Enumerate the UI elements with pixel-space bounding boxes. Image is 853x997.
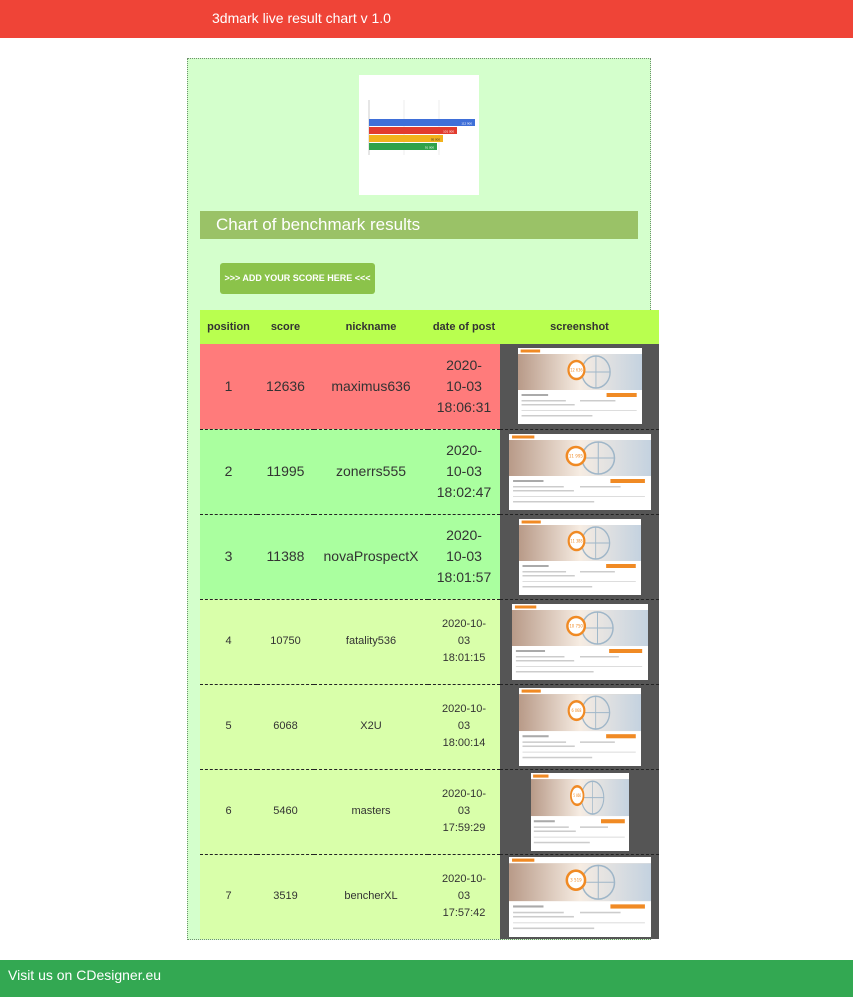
table-row: 4 10750 fatality536 2020-10- 03 18:01:15 10 …	[200, 599, 659, 685]
screenshot-score-badge: 3 519	[570, 877, 582, 882]
position-cell: 3	[200, 514, 257, 600]
thumb-bar-1	[369, 119, 475, 126]
section-banner: Chart of benchmark results	[200, 211, 638, 239]
screenshot-score-badge: 11 995	[568, 453, 583, 458]
score-cell: 12636	[257, 344, 314, 430]
thumb-bar-label-2: 101 000	[443, 130, 454, 134]
table-row: 6 5460 masters 2020-10- 03 17:59:29 5 460	[200, 769, 659, 855]
screenshot-image[interactable]: 12 636	[517, 348, 642, 425]
date-cell: 2020- 10-03 18:02:47	[428, 429, 500, 515]
date-cell: 2020-10- 03 18:01:15	[428, 599, 500, 685]
screenshot-cell: 11 995	[500, 429, 659, 515]
screenshot-cell: 10 750	[500, 599, 659, 685]
thumb-bar-label-3: 95 000	[431, 138, 441, 142]
score-cell: 11995	[257, 429, 314, 515]
screenshot-score-badge: 6 068	[571, 707, 581, 712]
nickname-cell: maximus636	[314, 344, 428, 430]
screenshot-score-badge: 11 388	[570, 539, 583, 543]
nickname-cell: X2U	[314, 684, 428, 770]
score-cell: 11388	[257, 514, 314, 600]
nickname-cell: zonerrs555	[314, 429, 428, 515]
section-title: Chart of benchmark results	[216, 215, 421, 234]
screenshot-image[interactable]: 11 995	[508, 433, 651, 510]
screenshot-cell: 11 388	[500, 514, 659, 600]
table-header-row: position score nickname date of post scr…	[200, 310, 659, 344]
screenshot-image[interactable]: 10 750	[511, 603, 648, 680]
nickname-cell: novaProspectX	[314, 514, 428, 600]
screenshot-score-badge: 12 636	[570, 369, 583, 373]
position-cell: 6	[200, 769, 257, 855]
table-row: 2 11995 zonerrs555 2020- 10-03 18:02:47 11 9…	[200, 429, 659, 515]
nickname-cell: fatality536	[314, 599, 428, 685]
screenshot-cell: 12 636	[500, 344, 659, 430]
top-bar: 3dmark live result chart v 1.0	[0, 0, 853, 38]
screenshot-score-badge: 5 460	[573, 793, 581, 798]
table-row: 7 3519 bencherXL 2020-10- 03 17:57:42 3 519	[200, 854, 659, 939]
nickname-cell: bencherXL	[314, 854, 428, 939]
score-cell: 10750	[257, 599, 314, 685]
nickname-cell: masters	[314, 769, 428, 855]
footer-link[interactable]: Visit us on CDesigner.eu	[8, 967, 161, 983]
add-score-button[interactable]: >>> ADD YOUR SCORE HERE <<<	[220, 263, 375, 294]
column-header-position: position	[200, 310, 257, 344]
column-header-screenshot: screenshot	[500, 310, 659, 344]
results-table: position score nickname date of post scr…	[200, 310, 659, 939]
date-cell: 2020- 10-03 18:01:57	[428, 514, 500, 600]
score-cell: 5460	[257, 769, 314, 855]
score-cell: 3519	[257, 854, 314, 939]
position-cell: 5	[200, 684, 257, 770]
position-cell: 4	[200, 599, 257, 685]
screenshot-cell: 6 068	[500, 684, 659, 770]
screenshot-image[interactable]: 6 068	[518, 687, 641, 766]
screenshot-image[interactable]: 5 460	[530, 772, 629, 851]
score-cell: 6068	[257, 684, 314, 770]
table-row: 5 6068 X2U 2020-10- 03 18:00:14 6 068	[200, 684, 659, 770]
column-header-score: score	[257, 310, 314, 344]
screenshot-score-badge: 10 750	[569, 623, 583, 628]
position-cell: 1	[200, 344, 257, 430]
thumb-bar-label-4: 91 000	[425, 146, 435, 150]
chart-thumbnail[interactable]: 112 900 101 000 95 000 91 000	[359, 75, 479, 195]
screenshot-image[interactable]: 3 519	[508, 856, 651, 937]
position-cell: 2	[200, 429, 257, 515]
screenshot-cell: 5 460	[500, 769, 659, 855]
table-row: 3 11388 novaProspectX 2020- 10-03 18:01:57 1…	[200, 514, 659, 600]
column-header-nickname: nickname	[314, 310, 428, 344]
table-row: 1 12636 maximus636 2020- 10-03 18:06:31 12 6…	[200, 344, 659, 430]
date-cell: 2020-10- 03 18:00:14	[428, 684, 500, 770]
screenshot-image[interactable]: 11 388	[518, 518, 641, 595]
app-title: 3dmark live result chart v 1.0	[212, 10, 391, 26]
position-cell: 7	[200, 854, 257, 939]
date-cell: 2020- 10-03 18:06:31	[428, 344, 500, 430]
column-header-date: date of post	[428, 310, 500, 344]
date-cell: 2020-10- 03 17:59:29	[428, 769, 500, 855]
thumb-bar-label-1: 112 900	[461, 122, 472, 126]
screenshot-cell: 3 519	[500, 854, 659, 939]
date-cell: 2020-10- 03 17:57:42	[428, 854, 500, 939]
footer: Visit us on CDesigner.eu	[0, 960, 853, 997]
chart-thumbnail-graphic: 112 900 101 000 95 000 91 000	[368, 100, 475, 155]
